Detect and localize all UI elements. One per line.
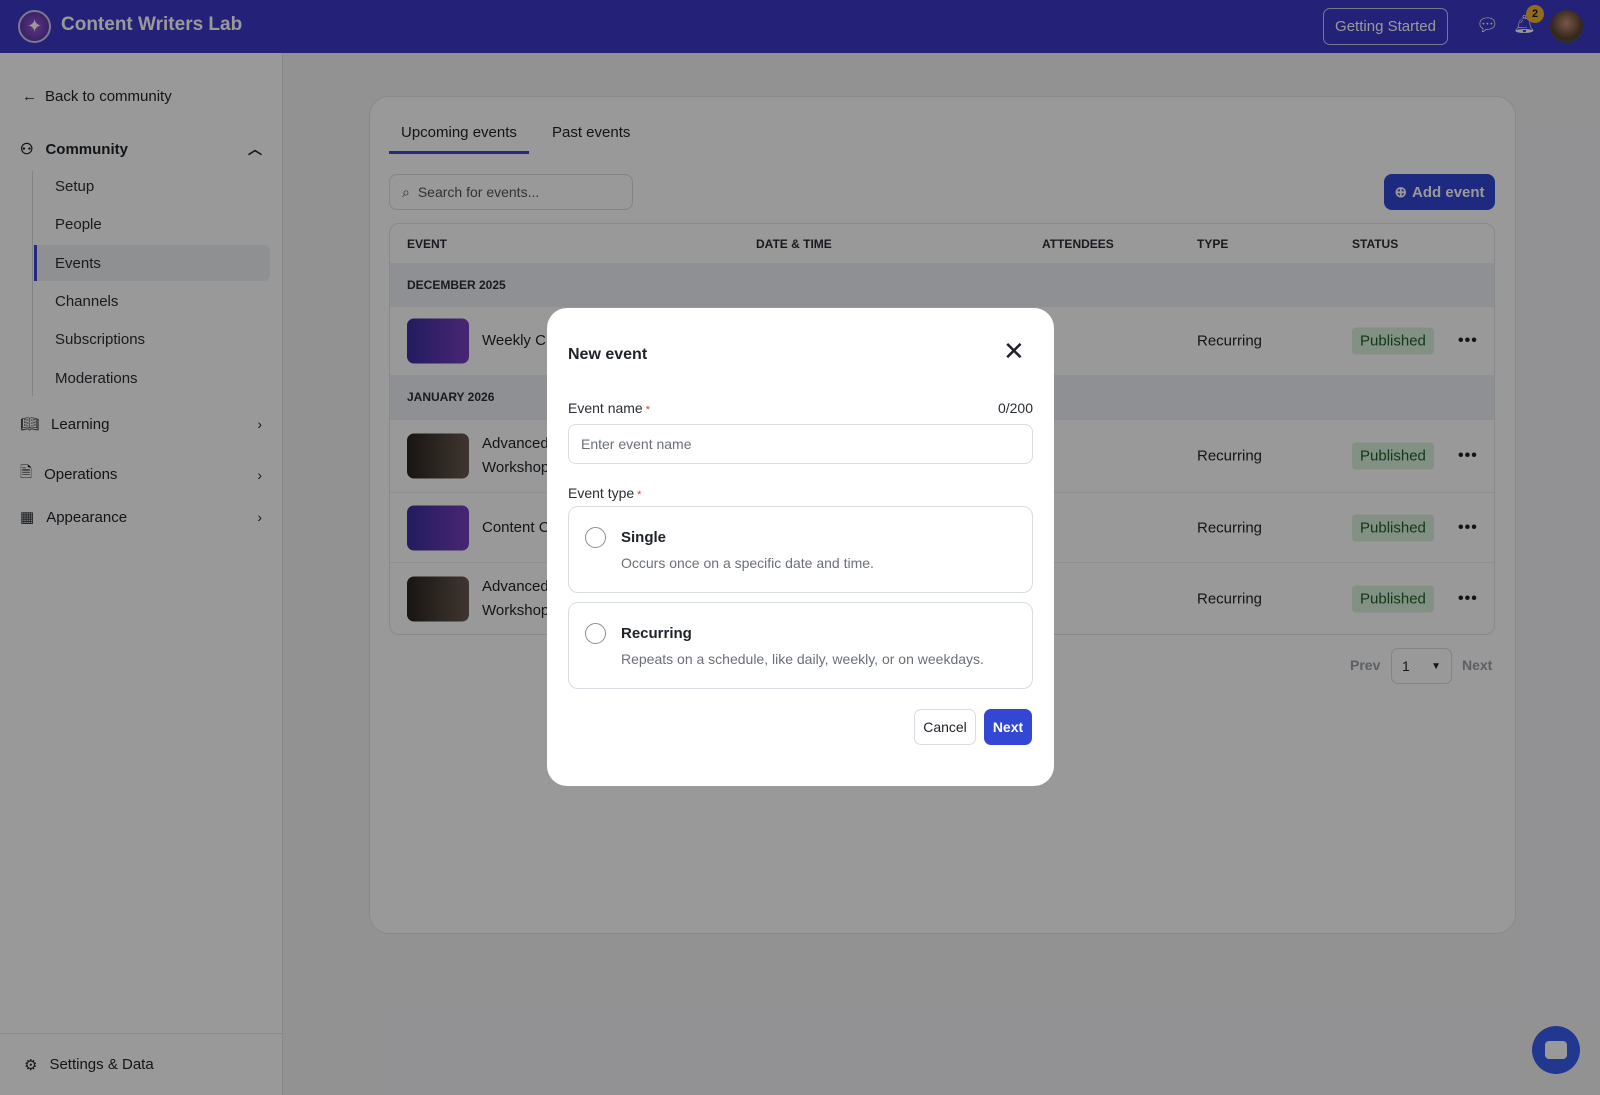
event-name-label: Event name * bbox=[568, 400, 650, 416]
cancel-button[interactable]: Cancel bbox=[914, 709, 976, 745]
option-description: Occurs once on a specific date and time. bbox=[621, 555, 874, 571]
option-title: Recurring bbox=[621, 625, 692, 642]
radio-button[interactable] bbox=[585, 623, 606, 644]
option-single[interactable]: Single Occurs once on a specific date and… bbox=[568, 506, 1033, 593]
event-name-input[interactable]: Enter event name bbox=[568, 424, 1033, 464]
close-icon[interactable]: ✕ bbox=[1003, 338, 1025, 364]
modal-title: New event bbox=[568, 346, 648, 363]
option-title: Single bbox=[621, 529, 667, 546]
option-recurring[interactable]: Recurring Repeats on a schedule, like dai… bbox=[568, 602, 1033, 689]
char-count: 0/200 bbox=[997, 400, 1033, 416]
new-event-modal: New event ✕ Event name * 0/200 Enter even… bbox=[547, 308, 1054, 786]
event-type-label: Event type * bbox=[568, 485, 642, 501]
radio-button[interactable] bbox=[585, 527, 606, 548]
option-description: Repeats on a schedule, like daily, weekl… bbox=[621, 651, 984, 667]
next-button[interactable]: Next bbox=[984, 709, 1032, 745]
